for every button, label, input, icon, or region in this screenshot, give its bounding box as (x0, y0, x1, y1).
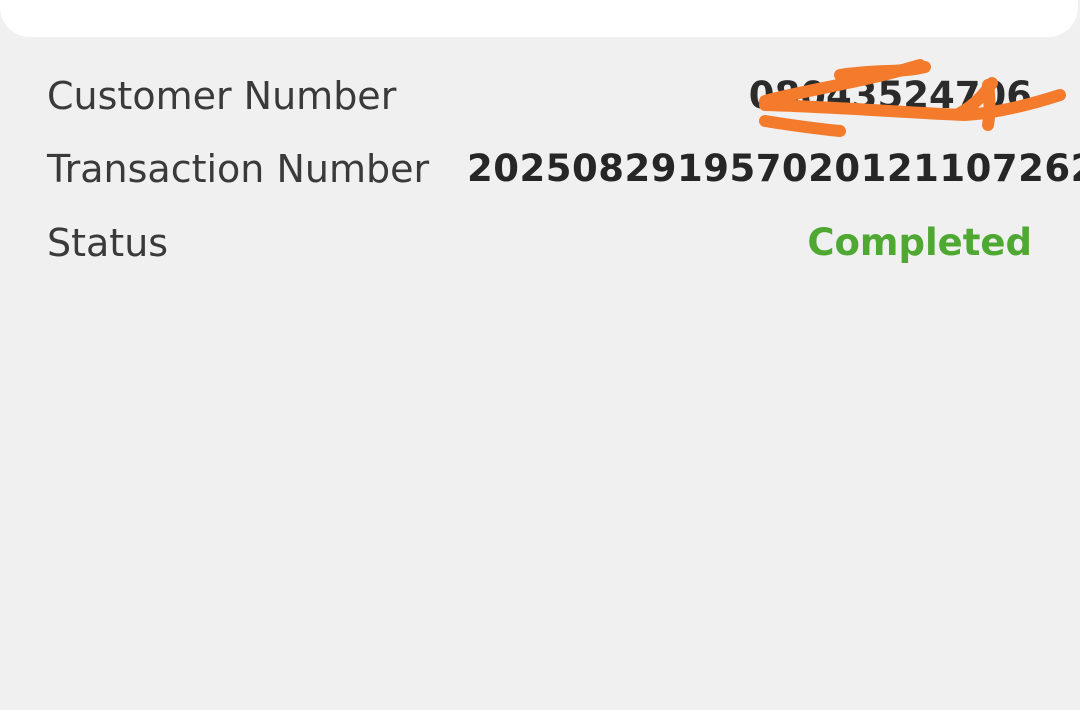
transaction-number-value: 202508291957020121107262642 (467, 147, 1080, 190)
status-label: Status (47, 221, 169, 265)
status-value: Completed (807, 221, 1032, 264)
transaction-number-row: Transaction Number 202508291957020121107… (0, 139, 1080, 199)
status-row: Status Completed (0, 213, 1080, 273)
customer-number-value: 08043524706 (748, 74, 1032, 117)
transaction-number-label: Transaction Number (47, 147, 430, 191)
transaction-details-screen: Customer Number 08043524706 Transaction … (0, 0, 1080, 710)
customer-number-row: Customer Number 08043524706 (0, 66, 1080, 126)
summary-card-bottom (0, 0, 1078, 37)
customer-number-label: Customer Number (47, 74, 397, 118)
